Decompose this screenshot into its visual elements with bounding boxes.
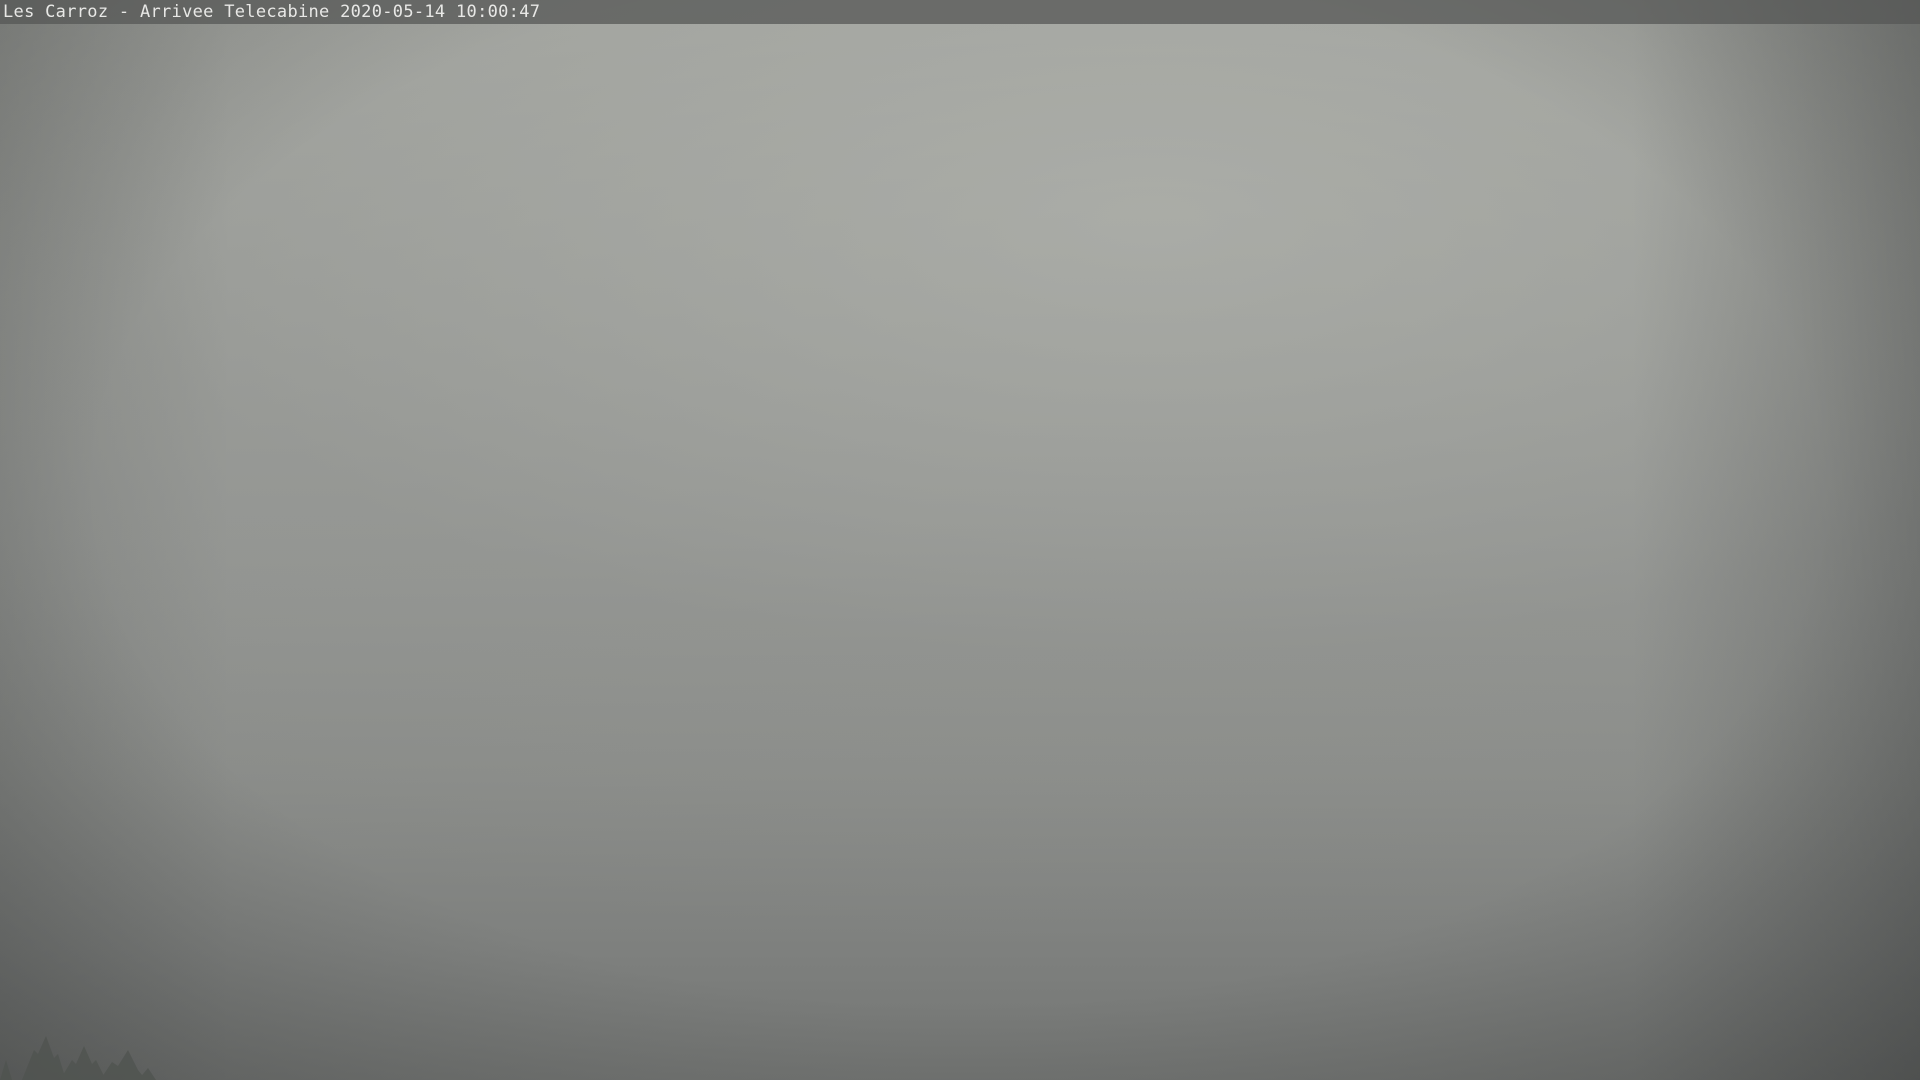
tree bbox=[60, 1046, 106, 1080]
lens-vignette bbox=[0, 0, 1920, 1080]
timestamp-overlay-bar: Les Carroz - Arrivee Telecabine 2020-05-… bbox=[0, 0, 1920, 24]
webcam-image: Les Carroz - Arrivee Telecabine 2020-05-… bbox=[0, 0, 1920, 1080]
tree bbox=[100, 1050, 146, 1080]
tree bbox=[0, 1060, 12, 1080]
camera-title-timestamp: Les Carroz - Arrivee Telecabine 2020-05-… bbox=[3, 2, 541, 22]
tree bbox=[22, 1036, 66, 1080]
treeline-silhouette bbox=[0, 1036, 156, 1080]
